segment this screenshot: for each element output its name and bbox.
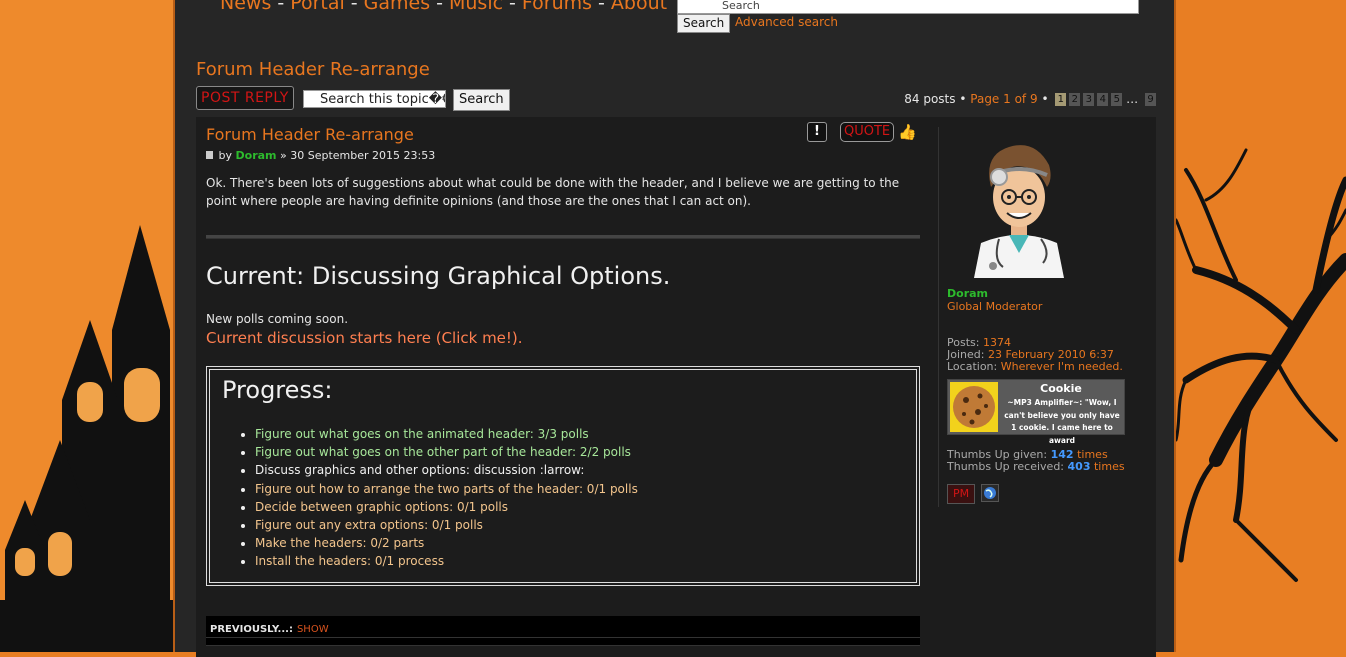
post: Forum Header Re-arrange ! QUOTE 👍 by Dor… (196, 117, 1156, 657)
page-last[interactable]: 9 (1145, 93, 1156, 106)
post-reply-button[interactable]: POST REPLY (196, 86, 294, 110)
page-4[interactable]: 4 (1097, 93, 1109, 106)
page-1: 1 (1055, 93, 1067, 106)
nav-news[interactable]: News (220, 0, 271, 14)
website-button[interactable] (981, 484, 999, 502)
page-5[interactable]: 5 (1111, 93, 1123, 106)
site-search-button[interactable]: Search (677, 14, 731, 33)
profile-rank: Global Moderator (947, 300, 1043, 313)
previously-spoiler: PREVIOUSLY...: SHOW (206, 616, 920, 646)
current-heading: Current: Discussing Graphical Options. (206, 262, 671, 290)
page-label[interactable]: Page 1 of 9 (970, 92, 1037, 106)
thumbs-received: Thumbs Up received: 403 times (947, 461, 1125, 473)
cookie-award: Cookie ~MP3 Amplifier~: "Wow, I can't be… (947, 379, 1125, 445)
byline-by: by (218, 149, 233, 162)
discussion-link[interactable]: Current discussion starts here (Click me… (206, 329, 523, 347)
topic-search-input[interactable]: Search this topic�€ (303, 90, 446, 108)
nav-separator: - (350, 0, 358, 14)
topic-title[interactable]: Forum Header Re-arrange (196, 59, 430, 80)
location-label: Location: (947, 360, 998, 373)
haunted-house-illustration (0, 0, 175, 652)
list-item-text: Make the headers: 0/2 parts (255, 536, 425, 551)
previously-label-text: PREVIOUSLY...: (210, 624, 293, 635)
profile-stats: Posts: 1374 Joined: 23 February 2010 6:3… (947, 337, 1123, 373)
list-item-text: Figure out how to arrange the two parts … (255, 481, 638, 496)
nav-portal[interactable]: Portal (290, 0, 345, 14)
page-3[interactable]: 3 (1083, 93, 1095, 106)
nav-music[interactable]: Music (449, 0, 503, 14)
list-item: Discuss graphics and other options: disc… (255, 461, 638, 479)
nav-separator: - (277, 0, 285, 14)
location-value: Wherever I'm needed. (1000, 360, 1123, 373)
previously-label: PREVIOUSLY...: SHOW (210, 624, 329, 635)
nav-separator: - (436, 0, 443, 14)
post-icon (206, 151, 213, 159)
list-item: Figure out how to arrange the two parts … (255, 480, 638, 498)
progress-box: Progress: Figure out what goes on the an… (206, 366, 920, 586)
list-item: Install the headers: 0/1 process (255, 552, 638, 570)
list-item-text: Figure out any extra options: 0/1 polls (255, 518, 483, 533)
list-item-text: Decide between graphic options: 0/1 poll… (255, 499, 509, 514)
spoiler-show-button[interactable]: SHOW (297, 624, 329, 635)
pagination: 84 posts • Page 1 of 9 • 12345 … 9 (904, 92, 1156, 106)
thumbs-received-value[interactable]: 403 (1068, 460, 1091, 473)
post-divider (206, 235, 920, 239)
post-byline: by Doram » 30 September 2015 23:53 (206, 149, 435, 162)
main-panel: News - Portal - Games - Music - Forums - About Sea… (173, 0, 1176, 657)
spooky-tree-illustration (1176, 0, 1346, 652)
list-item: Make the headers: 0/2 parts (255, 534, 638, 552)
page-ellipsis: … (1126, 92, 1139, 106)
list-item: Figure out what goes on the other part o… (255, 443, 638, 461)
posts-count: 84 posts (904, 92, 956, 106)
post-title[interactable]: Forum Header Re-arrange (206, 125, 414, 144)
spoiler-divider (206, 637, 920, 638)
cookie-icon (950, 382, 998, 432)
nav-about[interactable]: About (611, 0, 667, 14)
progress-list: Figure out what goes on the animated hea… (240, 425, 638, 571)
quote-button[interactable]: QUOTE (840, 122, 895, 142)
profile-location: Location: Wherever I'm needed. (947, 361, 1123, 373)
advanced-search-link[interactable]: Advanced search (735, 15, 838, 29)
list-item-text: Figure out what goes on the other part o… (255, 445, 631, 460)
top-navigation: News - Portal - Games - Music - Forums - About (220, 0, 667, 14)
bullet: • (959, 92, 967, 106)
new-polls-text: New polls coming soon. (206, 312, 349, 326)
thumbs-received-label: Thumbs Up received: (947, 460, 1065, 473)
thumbs-up-icon[interactable]: 👍 (898, 123, 917, 141)
list-item: Figure out any extra options: 0/1 polls (255, 516, 638, 534)
post-profile: Doram Global Moderator Posts: 1374 Joine… (938, 127, 1149, 507)
avatar[interactable] (969, 135, 1069, 278)
list-item: Decide between graphic options: 0/1 poll… (255, 498, 638, 516)
nav-forums[interactable]: Forums (522, 0, 592, 14)
list-item-text: Discuss graphics and other options: disc… (255, 463, 585, 478)
post-author-link[interactable]: Doram (236, 149, 277, 162)
cookie-description: ~MP3 Amplifier~: "Wow, I can't believe y… (1004, 398, 1120, 445)
cookie-title: Cookie (1040, 382, 1082, 395)
globe-icon (984, 487, 996, 499)
site-search: Search Search Advanced search (677, 0, 1139, 33)
report-button[interactable]: ! (807, 122, 827, 142)
post-date: » 30 September 2015 23:53 (280, 149, 436, 162)
thumbs-stats: Thumbs Up given: 142 times Thumbs Up rec… (947, 449, 1125, 473)
pm-button[interactable]: PM (947, 484, 975, 504)
page-2[interactable]: 2 (1069, 93, 1081, 106)
progress-heading: Progress: (222, 376, 333, 404)
topic-search-button[interactable]: Search (453, 89, 510, 111)
thumbs-received-times: times (1093, 460, 1125, 473)
list-item: Figure out what goes on the animated hea… (255, 425, 638, 443)
post-body-text: Ok. There's been lots of suggestions abo… (206, 176, 900, 208)
bullet: • (1041, 92, 1049, 106)
nav-games[interactable]: Games (364, 0, 430, 14)
profile-name-link[interactable]: Doram (947, 287, 988, 300)
nav-separator: - (509, 0, 516, 14)
list-item-text: Figure out what goes on the animated hea… (255, 427, 589, 441)
progress-inner: Progress: Figure out what goes on the an… (209, 369, 917, 583)
list-item-text: Install the headers: 0/1 process (255, 554, 445, 569)
nav-separator: - (598, 0, 605, 14)
site-search-input[interactable]: Search (677, 0, 1139, 14)
